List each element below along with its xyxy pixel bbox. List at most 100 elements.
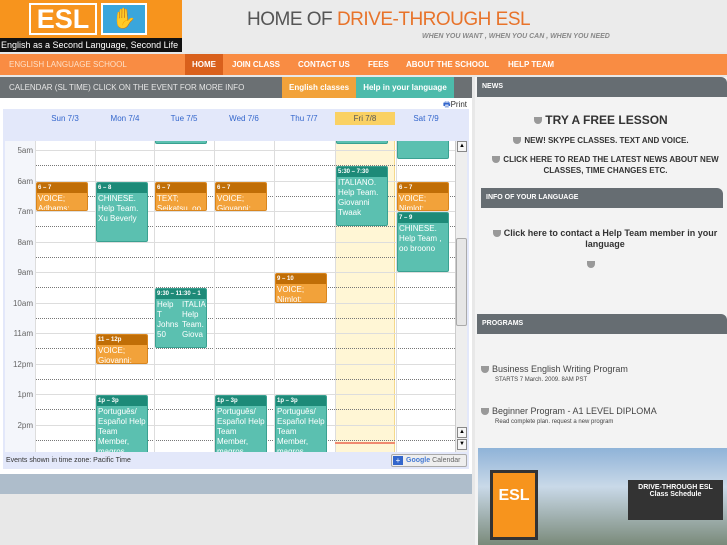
time-gutter	[5, 141, 35, 452]
shield-icon	[513, 137, 522, 145]
event-time: 9 – 10	[276, 274, 326, 284]
calendar-event[interactable]: 6 – 7 VOICE; Adhams;	[36, 181, 88, 211]
shield-icon	[492, 230, 501, 238]
time-label: 6am	[17, 176, 33, 186]
programs-header: PROGRAMS	[477, 314, 727, 334]
shield-icon	[492, 156, 501, 164]
nav-home[interactable]: HOME	[185, 54, 223, 75]
day-header: Tue 7/5	[170, 114, 198, 123]
help-team-link[interactable]: Click here to contact a Help Team member…	[504, 228, 717, 249]
calendar-event[interactable]	[397, 141, 449, 160]
current-time-line	[335, 442, 395, 445]
event-time: 6 – 7	[37, 182, 87, 193]
nav-help-team[interactable]: HELP TEAM	[508, 54, 554, 75]
day-header: Thu 7/7	[290, 114, 318, 123]
program-name[interactable]: Beginner Program - A1 LEVEL DIPLOMA	[492, 406, 657, 416]
calendar-footer	[0, 474, 472, 494]
half-hour-line	[35, 165, 455, 167]
calendar-event[interactable]: 9:30 – 11:30 – 1Help T Johns 50ITALIANO.…	[155, 288, 207, 349]
nav-about[interactable]: ABOUT THE SCHOOL	[406, 54, 489, 75]
event-text: CHINESE. Help Team , oo broono	[399, 224, 442, 253]
english-classes-button[interactable]: English classes	[282, 77, 356, 98]
news-link[interactable]: NEW! SKYPE CLASSES. TEXT AND VOICE.	[524, 136, 688, 145]
calendar-event[interactable]: 6 – 7 VOICE; Giovanni;	[215, 181, 267, 211]
event-text: VOICE; Nimlot; Al12in	[399, 193, 427, 211]
time-label: 2pm	[17, 420, 33, 430]
time-label: 10am	[12, 298, 33, 308]
calendar-event[interactable]: 9 – 10VOICE; Nimlot; Al12in	[275, 273, 327, 303]
hand-logo-icon: ✋	[101, 3, 147, 35]
calendar-event[interactable]: 5:30 – 7:30 ITALIANO. Help Team. Giovanni…	[336, 166, 388, 227]
event-text: Help T Johns 50	[157, 300, 179, 340]
program-item[interactable]: Business English Writing Program	[481, 364, 628, 374]
info-item[interactable]: Click here to contact a Help Team member…	[490, 228, 720, 250]
title-prefix: HOME OF	[247, 9, 337, 30]
scrollbar-thumb[interactable]	[456, 238, 467, 326]
printer-icon: 🖶	[443, 100, 451, 109]
day-header: Fri 7/8	[335, 112, 395, 125]
program-item[interactable]: Beginner Program - A1 LEVEL DIPLOMA	[481, 406, 657, 416]
info-header: INFO OF YOUR LANGUAGE	[481, 188, 723, 208]
shield-icon	[481, 408, 489, 416]
shield-icon	[534, 117, 543, 125]
calendar-event[interactable]	[155, 141, 207, 144]
school-label: ENGLISH LANGUAGE SCHOOL	[9, 60, 127, 69]
event-text: Português/ Español Help Team Member, mag…	[217, 407, 265, 452]
help-language-button[interactable]: Help in your language	[356, 77, 454, 98]
plus-icon: +	[393, 456, 403, 465]
event-text: VOICE; Nimlot; Al12in	[277, 285, 305, 303]
news-link[interactable]: CLICK HERE TO READ THE LATEST NEWS ABOUT…	[503, 155, 718, 175]
news-item[interactable]: NEW! SKYPE CLASSES. TEXT AND VOICE.	[475, 136, 727, 145]
event-time: 6 – 7	[216, 182, 266, 193]
program-sub: STARTS 7 March. 2009. 8AM PST	[495, 377, 588, 383]
program-name[interactable]: Business English Writing Program	[492, 364, 628, 374]
event-text: Português/ Español Help Team Member, mag…	[98, 407, 146, 452]
event-time: 1p – 3p	[97, 396, 147, 406]
scroll-up-icon[interactable]: ▲	[457, 141, 467, 152]
slogan: WHEN YOU WANT , WHEN YOU CAN , WHEN YOU …	[422, 33, 610, 40]
time-label: 12pm	[12, 359, 33, 369]
news-item[interactable]: TRY A FREE LESSON	[475, 113, 727, 127]
news-link[interactable]: TRY A FREE LESSON	[545, 113, 667, 127]
calendar-event[interactable]	[336, 141, 388, 144]
event-time: 9:30 – 11:30 – 1	[156, 289, 206, 300]
hour-line	[35, 363, 455, 365]
event-text: Português/ Español Help Team Member, mag…	[277, 407, 325, 452]
event-text: ITALIANO. Help Team. Giova	[182, 300, 206, 340]
calendar-event[interactable]: 1p – 3p Português/ Español Help Team Memb…	[215, 395, 267, 452]
calendar-event[interactable]: 6 – 8 CHINESE. Help Team. Xu Beverly	[96, 181, 148, 242]
calendar-event[interactable]: 6 – 7VOICE; Nimlot; Al12in	[397, 181, 449, 211]
time-label: 11am	[13, 329, 33, 338]
event-text: VOICE; Giovanni;	[217, 193, 251, 211]
calendar-event[interactable]: 1p – 3p Português/ Español Help Team Memb…	[275, 395, 327, 452]
esl-logo: ESL	[29, 3, 97, 35]
hour-line	[35, 302, 455, 304]
hour-line	[35, 272, 455, 273]
nav-contact-us[interactable]: CONTACT US	[298, 54, 350, 75]
half-hour-line	[35, 317, 455, 319]
event-time: 6 – 8	[97, 182, 147, 193]
timezone-note: Events shown in time zone: Pacific Time	[6, 457, 131, 464]
title-accent: DRIVE-THROUGH ESL	[336, 9, 531, 30]
hour-line	[35, 241, 455, 243]
page-title: HOME OF DRIVE-THROUGH ESL	[247, 9, 531, 31]
day-header: Wed 7/6	[229, 114, 259, 123]
event-time: 11 – 12p	[97, 335, 147, 345]
event-time: 1p – 3p	[216, 396, 266, 406]
day-header: Sun 7/3	[51, 114, 79, 123]
news-item[interactable]: CLICK HERE TO READ THE LATEST NEWS ABOUT…	[488, 154, 723, 176]
scroll-up-icon[interactable]: ▲	[457, 427, 467, 438]
scroll-down-icon[interactable]: ▼	[457, 439, 467, 450]
half-hour-line	[35, 287, 455, 289]
nav-join-class[interactable]: JOIN CLASS	[232, 54, 280, 75]
promo-schedule-sign: DRIVE-THROUGH ESL Class Schedule	[628, 480, 723, 520]
calendar-label: Calendar	[432, 457, 461, 464]
calendar-event[interactable]: 7 – 9 CHINESE. Help Team , oo broono	[397, 212, 449, 272]
calendar-event[interactable]: 6 – 7 TEXT; Seikatsu, oo	[155, 181, 207, 211]
calendar-event[interactable]: 1p – 3p Português/ Español Help Team Memb…	[96, 395, 148, 452]
event-time: 6 – 7	[156, 182, 206, 193]
event-time: 6 – 7	[398, 182, 448, 193]
nav-fees[interactable]: FEES	[368, 54, 389, 75]
time-label: 9am	[17, 268, 33, 277]
calendar-event[interactable]: 11 – 12p VOICE; Giovanni;	[96, 334, 148, 364]
